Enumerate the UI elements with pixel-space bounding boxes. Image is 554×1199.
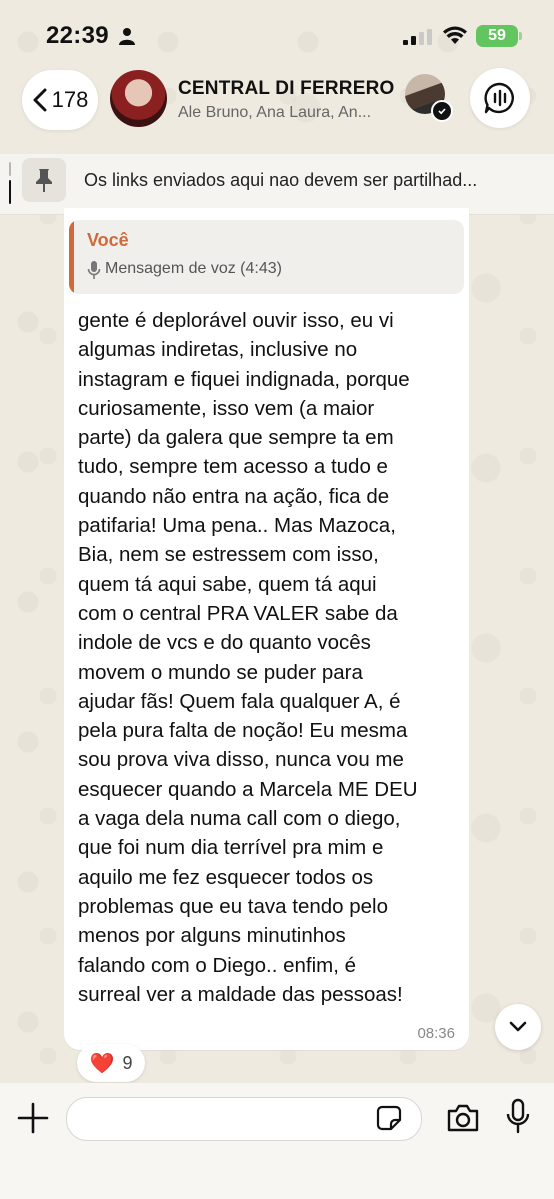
- message-composer: [0, 1083, 554, 1199]
- message-input[interactable]: [66, 1097, 422, 1141]
- microphone-icon: [87, 261, 101, 279]
- pinned-message-bar[interactable]: Os links enviados aqui nao devem ser par…: [0, 154, 554, 215]
- quote-author: Você: [87, 230, 129, 250]
- group-members[interactable]: Ale Bruno, Ana Laura, An...: [178, 104, 371, 122]
- pinned-text: Os links enviados aqui nao devem ser par…: [84, 170, 478, 190]
- quote-accent-bar: [69, 220, 74, 294]
- person-icon: [119, 28, 135, 45]
- status-badge-icon: [431, 100, 453, 122]
- sticker-icon[interactable]: [376, 1105, 402, 1131]
- chevron-left-icon: [33, 88, 47, 112]
- status-bar: 22:39 59: [0, 0, 554, 64]
- message-bubble[interactable]: Você Mensagem de voz (4:43) gente é depl…: [64, 208, 469, 1050]
- pin-position-indicator-active: [9, 180, 11, 204]
- battery-level: 59: [488, 27, 506, 44]
- quoted-message[interactable]: Você Mensagem de voz (4:43): [69, 220, 464, 294]
- camera-icon[interactable]: [446, 1103, 480, 1133]
- group-name[interactable]: CENTRAL DI FERRERO: [178, 78, 394, 100]
- voice-call-button[interactable]: [470, 68, 530, 128]
- pin-icon: [36, 169, 52, 192]
- plus-icon[interactable]: [16, 1101, 50, 1135]
- reaction-badge[interactable]: ❤️ 9: [77, 1044, 145, 1082]
- quote-text: Mensagem de voz (4:43): [105, 260, 282, 277]
- battery-indicator: 59: [476, 25, 522, 47]
- heart-icon: ❤️: [89, 1052, 115, 1075]
- status-time: 22:39: [46, 22, 109, 49]
- chevron-down-icon: [509, 1021, 527, 1032]
- group-avatar[interactable]: [110, 70, 167, 127]
- unread-count: 178: [51, 87, 89, 112]
- wifi-icon: [443, 26, 467, 44]
- back-button[interactable]: 178: [22, 70, 98, 130]
- message-timestamp: 08:36: [417, 1025, 455, 1042]
- pin-icon-box: [22, 158, 66, 202]
- message-text: gente é deplorável ouvir isso, eu vi alg…: [78, 309, 418, 1006]
- microphone-icon[interactable]: [506, 1098, 530, 1134]
- chat-header: 178 CENTRAL DI FERRERO Ale Bruno, Ana La…: [0, 64, 554, 154]
- scroll-to-bottom-button[interactable]: [495, 1004, 541, 1050]
- pin-position-indicator: [9, 162, 11, 176]
- signal-icon: [403, 29, 432, 45]
- waveform-bubble-icon: [484, 82, 514, 114]
- reaction-count: 9: [122, 1052, 133, 1073]
